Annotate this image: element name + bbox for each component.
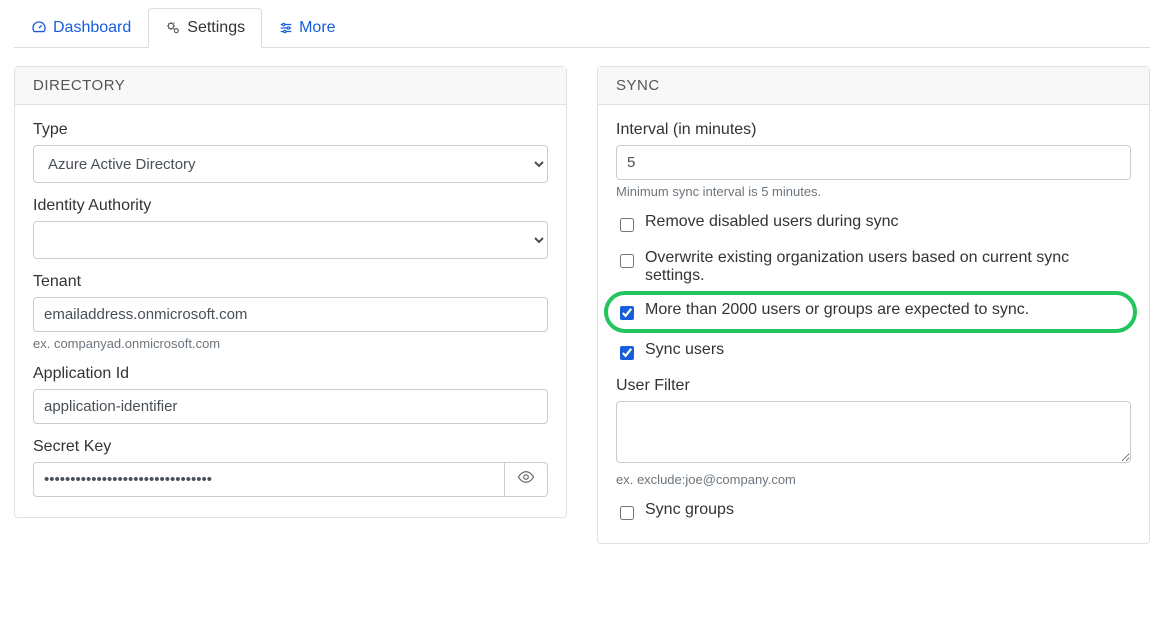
user-filter-textarea[interactable] [616, 401, 1131, 463]
interval-input[interactable] [616, 145, 1131, 180]
remove-disabled-label: Remove disabled users during sync [645, 213, 898, 231]
application-id-input[interactable] [33, 389, 548, 424]
tab-more-label: More [299, 19, 335, 37]
tab-bar: Dashboard Settings More [14, 8, 1150, 48]
tachometer-icon [31, 20, 47, 36]
interval-helper: Minimum sync interval is 5 minutes. [616, 184, 1131, 199]
interval-label: Interval (in minutes) [616, 121, 1131, 139]
tab-dashboard[interactable]: Dashboard [14, 8, 148, 48]
remove-disabled-checkbox[interactable] [620, 218, 634, 232]
directory-header: DIRECTORY [15, 67, 566, 105]
secret-key-input[interactable] [33, 462, 505, 497]
type-label: Type [33, 121, 548, 139]
sync-card: SYNC Interval (in minutes) Minimum sync … [597, 66, 1150, 544]
sync-groups-checkbox[interactable] [620, 506, 634, 520]
more-than-2000-checkbox[interactable] [620, 306, 634, 320]
type-select[interactable]: Azure Active Directory [33, 145, 548, 183]
sync-users-checkbox[interactable] [620, 346, 634, 360]
tenant-label: Tenant [33, 273, 548, 291]
sliders-icon [279, 21, 293, 35]
identity-authority-label: Identity Authority [33, 197, 548, 215]
overwrite-label: Overwrite existing organization users ba… [645, 249, 1131, 285]
overwrite-checkbox[interactable] [620, 254, 634, 268]
tab-more[interactable]: More [262, 8, 352, 48]
tenant-helper: ex. companyad.onmicrosoft.com [33, 336, 548, 351]
secret-key-label: Secret Key [33, 438, 548, 456]
directory-card: DIRECTORY Type Azure Active Directory Id… [14, 66, 567, 518]
sync-header: SYNC [598, 67, 1149, 105]
user-filter-helper: ex. exclude:joe@company.com [616, 472, 1131, 487]
application-id-label: Application Id [33, 365, 548, 383]
cogs-icon [165, 20, 181, 36]
more-than-2000-label: More than 2000 users or groups are expec… [645, 301, 1029, 319]
tab-settings-label: Settings [187, 19, 245, 37]
sync-groups-label: Sync groups [645, 501, 734, 519]
tab-settings[interactable]: Settings [148, 8, 262, 48]
tab-dashboard-label: Dashboard [53, 19, 131, 37]
highlight-ring: More than 2000 users or groups are expec… [604, 291, 1137, 333]
tenant-input[interactable] [33, 297, 548, 332]
identity-authority-select[interactable] [33, 221, 548, 259]
toggle-secret-visibility-button[interactable] [505, 462, 548, 497]
user-filter-label: User Filter [616, 377, 1131, 395]
sync-users-label: Sync users [645, 341, 724, 359]
eye-icon [517, 468, 535, 491]
